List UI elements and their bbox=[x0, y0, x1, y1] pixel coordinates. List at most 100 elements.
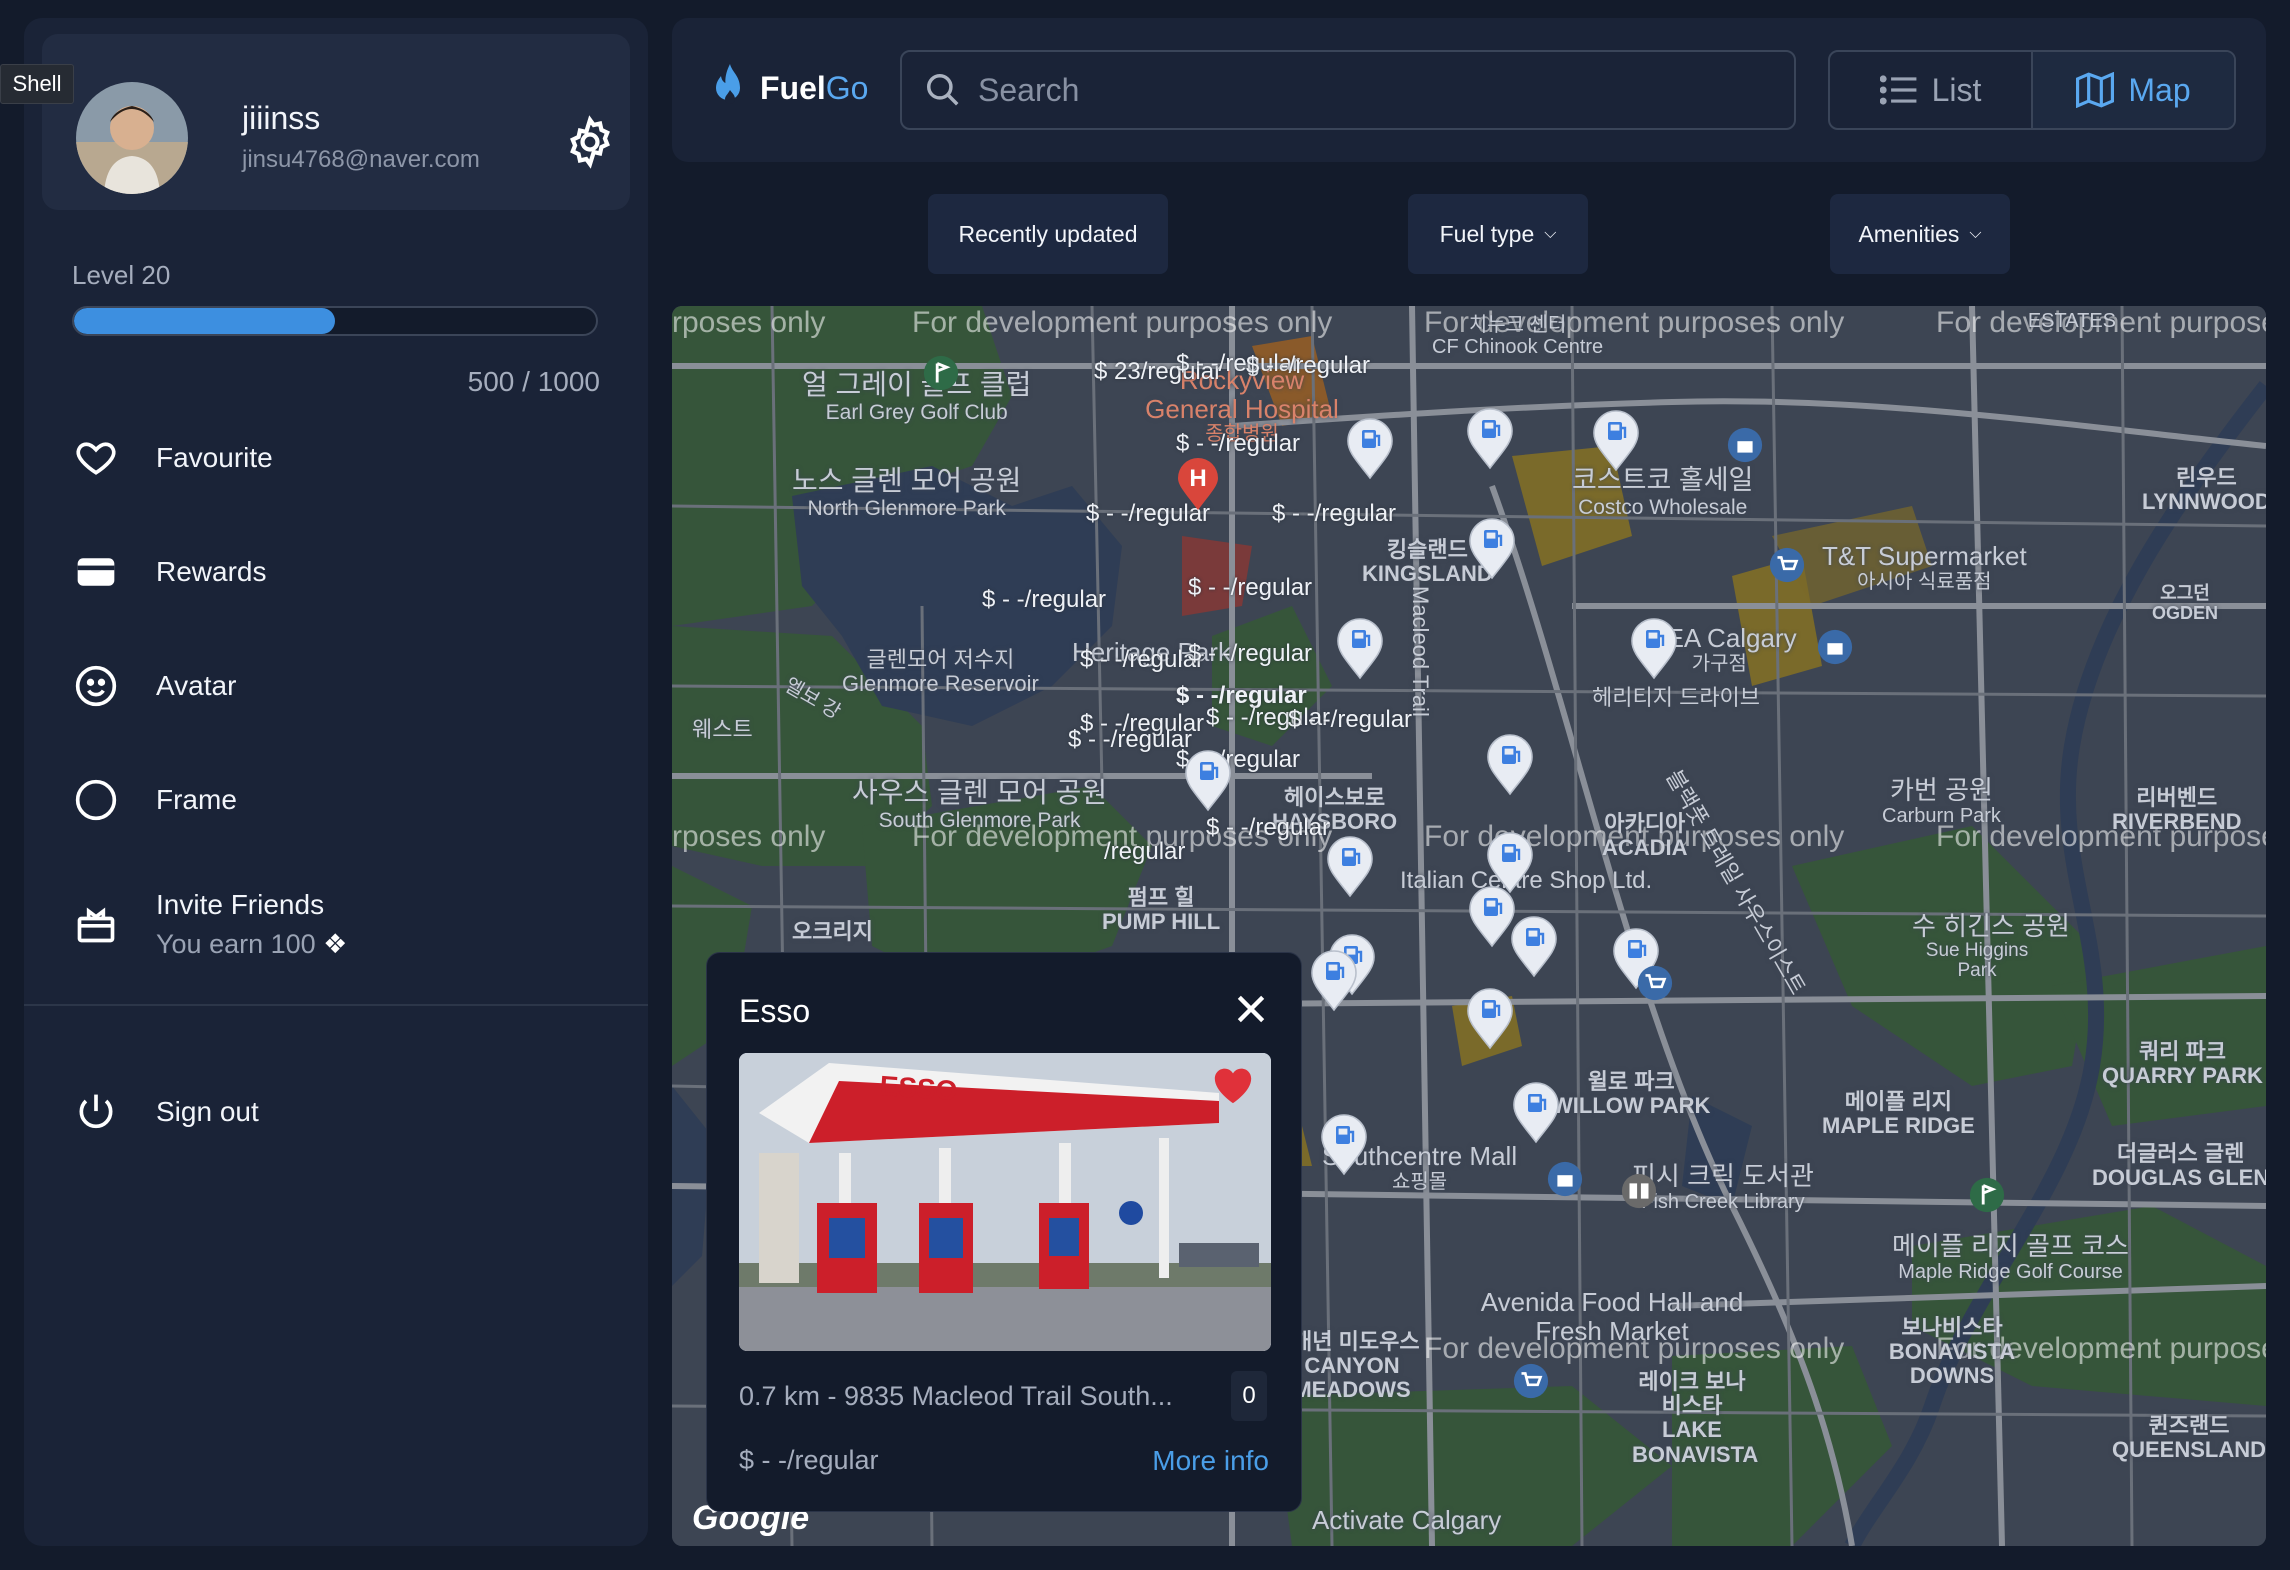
shopping-bag-icon[interactable] bbox=[1816, 628, 1854, 666]
fuel-pin-icon[interactable] bbox=[1184, 750, 1232, 812]
fuel-pin-icon[interactable] bbox=[1512, 1082, 1560, 1144]
menu-invite-friends[interactable]: Invite Friends You earn 100 ❖ bbox=[72, 876, 347, 972]
fuel-pin-icon[interactable] bbox=[1630, 618, 1678, 680]
chevron-down-icon: ⌵ bbox=[1544, 225, 1557, 242]
place-label: Avenida Food Hall and Fresh Market bbox=[1480, 1287, 1744, 1346]
fuel-pin-icon[interactable] bbox=[1486, 832, 1534, 894]
app-logo[interactable]: FuelGo bbox=[710, 62, 868, 114]
fuel-pin-icon[interactable] bbox=[1510, 916, 1558, 978]
search-input[interactable] bbox=[978, 71, 1778, 109]
price-label: $ - -/regular bbox=[1288, 706, 1413, 733]
menu-favourite-label: Favourite bbox=[156, 442, 273, 473]
level-progress-bar bbox=[72, 306, 598, 336]
menu-invite-label: Invite Friends bbox=[156, 888, 325, 920]
esso-sign: ESSO bbox=[879, 1070, 959, 1106]
fuel-pin-icon[interactable] bbox=[1592, 410, 1640, 472]
filter-fuel-label: Fuel type bbox=[1439, 220, 1535, 247]
place-label: 쿼리 파크 QUARRY PARK bbox=[2102, 1039, 2263, 1089]
search-bar[interactable] bbox=[900, 50, 1796, 130]
place-label: 메이플 리지 MAPLE RIDGE bbox=[1822, 1089, 1975, 1139]
power-icon bbox=[72, 1088, 120, 1136]
card-icon bbox=[72, 548, 120, 596]
fuel-pin-icon[interactable] bbox=[1310, 950, 1358, 1012]
map-view-label: Map bbox=[2128, 71, 2191, 108]
fuel-pin-icon[interactable] bbox=[1468, 518, 1516, 580]
shopping-cart-icon[interactable] bbox=[1636, 964, 1674, 1002]
favourite-heart-icon[interactable] bbox=[1211, 1065, 1255, 1105]
menu-frame[interactable]: Frame bbox=[72, 770, 237, 830]
search-icon bbox=[927, 74, 959, 106]
map-view-button[interactable]: Map bbox=[2031, 52, 2234, 128]
gear-icon[interactable] bbox=[562, 114, 618, 170]
map-watermark: rposes only bbox=[672, 820, 826, 853]
level-label: Level 20 bbox=[72, 260, 171, 290]
place-label: 코스트코 홀세일 Costco Wholesale bbox=[1572, 465, 1754, 519]
fuel-pin-icon[interactable] bbox=[1466, 408, 1514, 470]
fuel-pin-icon[interactable] bbox=[1320, 1114, 1368, 1176]
library-icon[interactable] bbox=[1620, 1172, 1658, 1210]
station-photo: ESSO bbox=[739, 1053, 1271, 1351]
level-progress-fill bbox=[74, 308, 335, 334]
hospital-icon[interactable]: H bbox=[1176, 456, 1220, 512]
place-label: 펌프 힐 PUMP HILL bbox=[1102, 885, 1221, 935]
place-label: 퀸즈랜드 QUEENSLAND bbox=[2112, 1413, 2266, 1463]
fuel-pin-icon[interactable] bbox=[1466, 988, 1514, 1050]
menu-rewards-label: Rewards bbox=[156, 556, 267, 587]
menu-frame-label: Frame bbox=[156, 784, 237, 815]
count-badge: 0 bbox=[1231, 1371, 1267, 1421]
station-address: 0.7 km - 9835 Macleod Trail South... bbox=[739, 1381, 1173, 1411]
menu-favourite[interactable]: Favourite bbox=[72, 428, 273, 488]
more-info-link[interactable]: More info bbox=[1152, 1445, 1269, 1477]
filter-fuel-type[interactable]: Fuel type ⌵ bbox=[1408, 194, 1588, 274]
place-label: 아카디아 ACADIA bbox=[1602, 811, 1688, 861]
flame-icon bbox=[716, 64, 740, 104]
place-label: 더글러스 글렌 DOUGLAS GLEN bbox=[2092, 1141, 2266, 1191]
filter-recently-label: Recently updated bbox=[958, 220, 1138, 247]
shopping-cart-icon[interactable] bbox=[1512, 1362, 1550, 1400]
price-label: $ - -/regular bbox=[1188, 574, 1313, 601]
price-label: $ - -/regular bbox=[1206, 814, 1331, 841]
station-name: Esso bbox=[739, 993, 811, 1029]
golf-icon[interactable] bbox=[922, 354, 960, 392]
filter-amenities[interactable]: Amenities ⌵ bbox=[1830, 194, 2010, 274]
list-icon bbox=[1879, 75, 1917, 105]
menu-sign-out[interactable]: Sign out bbox=[72, 1082, 259, 1142]
avatar[interactable] bbox=[76, 82, 188, 194]
fuel-pin-icon[interactable] bbox=[1468, 886, 1516, 948]
fuel-pin-icon[interactable] bbox=[1486, 734, 1534, 796]
price-label: $ - -/regular bbox=[1246, 352, 1371, 379]
view-toggle: List Map bbox=[1828, 50, 2236, 130]
price-label: $ - -/regular bbox=[1080, 646, 1205, 673]
sidebar-divider bbox=[24, 1004, 648, 1006]
place-label: 레이크 보나비스타 LAKE BONAVISTA bbox=[1632, 1369, 1759, 1467]
price-label: $ - -/regular bbox=[982, 586, 1107, 613]
list-view-label: List bbox=[1931, 71, 1982, 108]
place-label: 메이플 리지 골프 코스 Maple Ridge Golf Course bbox=[1892, 1231, 2129, 1283]
diamond-icon: ❖ bbox=[323, 928, 348, 959]
app-name: FuelGo bbox=[760, 70, 868, 107]
shell-tag: Shell bbox=[0, 64, 74, 104]
close-icon[interactable] bbox=[1231, 989, 1271, 1029]
list-view-button[interactable]: List bbox=[1830, 52, 2031, 128]
price-label: /regular bbox=[1104, 838, 1186, 865]
price-label: $ - -/regular bbox=[1272, 500, 1397, 527]
svg-text:H: H bbox=[1189, 465, 1206, 492]
golf-icon[interactable] bbox=[1968, 1176, 2006, 1214]
place-label: 윌로 파크 WILLOW PARK bbox=[1552, 1069, 1711, 1119]
app-name-b: Go bbox=[825, 69, 869, 106]
fuel-pin-icon[interactable] bbox=[1326, 836, 1374, 898]
fuel-pin-icon[interactable] bbox=[1336, 618, 1384, 680]
menu-avatar[interactable]: Avatar bbox=[72, 656, 236, 716]
place-label: T&T Supermarket 아시아 식료품점 bbox=[1822, 541, 2027, 593]
filter-recently-updated[interactable]: Recently updated bbox=[928, 194, 1168, 274]
shopping-bag-icon[interactable] bbox=[1546, 1160, 1584, 1198]
price-label: $ - -/regular bbox=[1176, 430, 1301, 457]
place-label: 리버벤드 RIVERBEND bbox=[2112, 785, 2242, 835]
place-label: Macleod Trail bbox=[1408, 586, 1433, 717]
shopping-bag-icon[interactable] bbox=[1726, 426, 1764, 464]
place-label: 사우스 글렌 모어 공원 South Glenmore Park bbox=[852, 777, 1108, 832]
fuel-pin-icon[interactable] bbox=[1346, 418, 1394, 480]
map-icon bbox=[2076, 72, 2115, 108]
menu-rewards[interactable]: Rewards bbox=[72, 542, 266, 602]
shopping-cart-icon[interactable] bbox=[1768, 546, 1806, 584]
